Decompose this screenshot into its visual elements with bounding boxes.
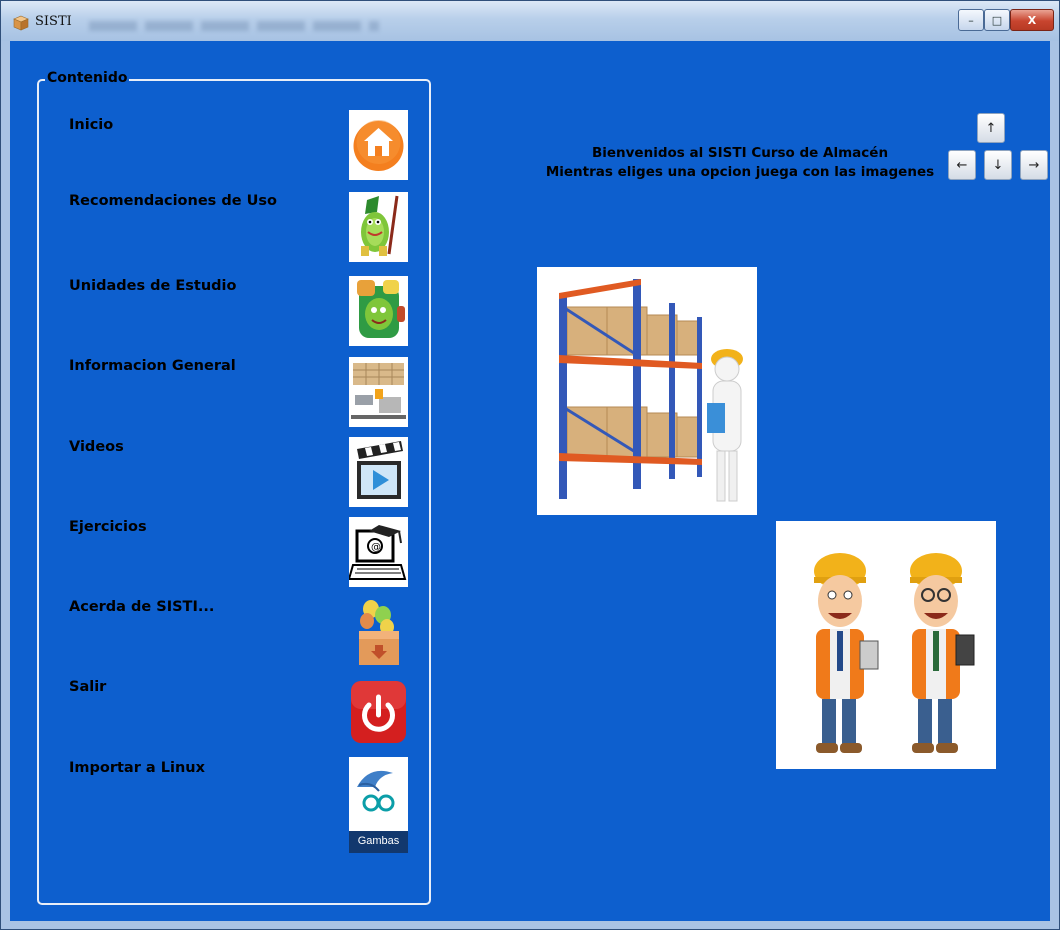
maximize-button[interactable]: □: [984, 9, 1010, 31]
gambas-icon[interactable]: Gambas: [349, 757, 408, 853]
arrow-up-button[interactable]: ↑: [977, 113, 1005, 143]
svg-text:@: @: [371, 542, 381, 553]
wizard-cartoon-icon[interactable]: [349, 192, 408, 262]
two-workers-image[interactable]: [776, 521, 996, 769]
welcome-line-2: Mientras eliges una opcion juega con las…: [545, 164, 935, 180]
main-panel: Contenido Inicio Recomendaciones de Uso …: [10, 41, 1050, 921]
home-icon[interactable]: [349, 110, 408, 180]
menu-recomendaciones-label[interactable]: Recomendaciones de Uso: [69, 193, 277, 209]
menu-videos-label[interactable]: Videos: [69, 439, 124, 455]
menu-ejercicios-label[interactable]: Ejercicios: [69, 519, 147, 535]
arrow-down-button[interactable]: ↓: [984, 150, 1012, 180]
menu-informacion-label[interactable]: Informacion General: [69, 358, 236, 374]
backpack-icon[interactable]: [349, 276, 408, 346]
clapperboard-play-icon[interactable]: [349, 437, 408, 507]
app-box-icon: [13, 15, 29, 31]
menu-inicio-label[interactable]: Inicio: [69, 117, 113, 133]
welcome-message: Bienvenidos al SISTI Curso de Almacén Mi…: [530, 144, 950, 182]
welcome-line-1: Bienvenidos al SISTI Curso de Almacén: [591, 145, 889, 161]
window-title: SISTI: [35, 14, 72, 29]
blurred-menu-bar: [89, 21, 379, 31]
gambas-caption: Gambas: [357, 835, 400, 847]
box-balloons-icon[interactable]: [349, 597, 408, 667]
menu-unidades-label[interactable]: Unidades de Estudio: [69, 278, 237, 294]
graduation-computer-icon[interactable]: @: [349, 517, 408, 587]
warehouse-racks-worker-image[interactable]: [537, 267, 757, 515]
title-bar[interactable]: SISTI – □ X: [1, 1, 1059, 41]
power-icon[interactable]: [349, 677, 408, 747]
warehouse-forklift-icon[interactable]: [349, 357, 408, 427]
arrow-left-button[interactable]: ←: [948, 150, 976, 180]
menu-acerca-label[interactable]: Acerda de SISTI...: [69, 599, 214, 615]
menu-linux-label[interactable]: Importar a Linux: [69, 760, 205, 776]
groupbox-title: Contenido: [45, 70, 130, 86]
arrow-right-button[interactable]: →: [1020, 150, 1048, 180]
menu-salir-label[interactable]: Salir: [69, 679, 106, 695]
minimize-button[interactable]: –: [958, 9, 984, 31]
close-button[interactable]: X: [1010, 9, 1054, 31]
app-window: SISTI – □ X Contenido Inicio Recomendaci…: [0, 0, 1060, 930]
